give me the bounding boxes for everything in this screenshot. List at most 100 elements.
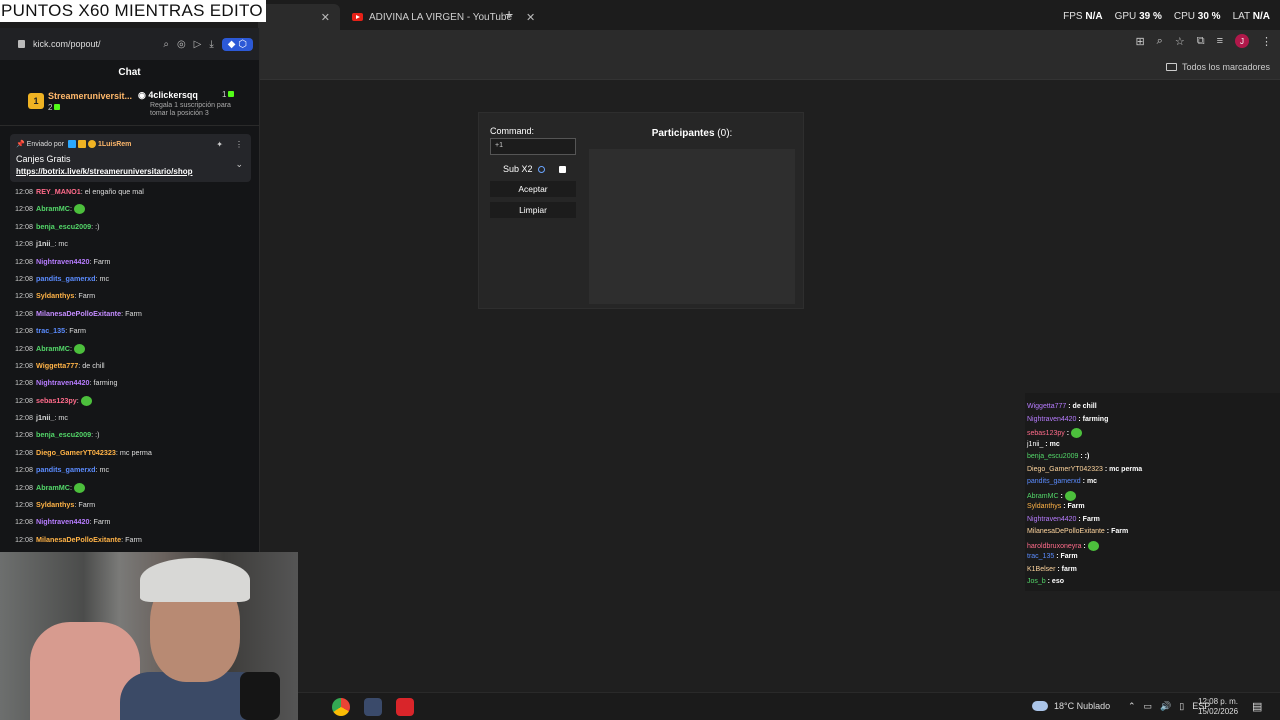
notification-icon[interactable]: ▤ <box>1252 700 1262 713</box>
kick-chat-popout: kick.com/popout/ ⌕ ◎ ▷ ⤓ ◆ ⬡ Chat 1 Stre… <box>0 28 260 552</box>
profile-avatar[interactable]: J <box>1235 34 1249 48</box>
leader-1-name[interactable]: Streameruniversit... <box>48 91 132 101</box>
tab-close-icon[interactable]: ✕ <box>526 11 535 24</box>
message-user[interactable]: REY_MANO1 <box>36 187 81 196</box>
lat-readout: LAT N/A <box>1233 11 1270 22</box>
gpu-label: GPU <box>1114 11 1137 22</box>
command-label: Command: <box>490 126 535 136</box>
chat-message: 12:08 Syldanthys: Farm <box>15 499 255 516</box>
overlay-chat: Wiggetta777 : de chill Nightraven4420 : f… <box>1025 393 1280 591</box>
leader-2-name[interactable]: ◉ 4clickersqq <box>138 90 198 101</box>
weather-widget[interactable]: 18°C Nublado <box>1032 701 1110 711</box>
message-text: :) <box>95 430 100 440</box>
command-input[interactable]: +1 <box>490 138 576 155</box>
download-icon[interactable]: ⤓ <box>209 39 213 50</box>
cast-icon[interactable]: ▷ <box>194 39 202 50</box>
message-user[interactable]: AbramMC <box>36 204 70 213</box>
message-user[interactable]: sebas123py <box>36 396 77 405</box>
overlay-text: farm <box>1061 565 1077 573</box>
menu-icon[interactable]: ⋮ <box>1261 35 1272 48</box>
message-user[interactable]: pandits_gamerxd <box>36 465 96 474</box>
message-time: 12:08 <box>15 378 33 388</box>
message-user[interactable]: AbramMC <box>36 483 70 492</box>
webcam-cap <box>140 558 250 602</box>
overlay-chat-message: trac_135 : Farm <box>1027 553 1078 560</box>
pinned-actions: ✦ ⋮ <box>216 140 243 149</box>
tab-close-icon[interactable]: ✕ <box>321 11 330 24</box>
battery-icon[interactable]: ▯ <box>1179 701 1184 712</box>
message-user[interactable]: benja_escu2009 <box>36 430 91 439</box>
stream-title: PUNTOS X60 MIENTRAS EDITO <box>0 0 266 22</box>
message-text: Farm <box>78 291 96 301</box>
star-icon[interactable]: ☆ <box>1175 35 1185 48</box>
info-icon[interactable] <box>537 165 545 173</box>
pinned-link[interactable]: https://botrix.live/k/streameruniversita… <box>16 167 193 176</box>
message-text: mc <box>99 465 110 475</box>
overlay-text: mc perma <box>1109 465 1143 473</box>
chat-message: 12:08 benja_escu2009: :) <box>15 429 255 446</box>
message-time: 12:08 <box>15 221 33 231</box>
new-tab-button[interactable]: + <box>505 6 513 22</box>
app-red-icon[interactable] <box>396 698 414 716</box>
message-user[interactable]: j1nii_ <box>36 413 54 422</box>
zoom-icon[interactable]: ⌕ <box>1157 35 1163 48</box>
pinned-by: 📌 Enviado por 1LuisRem <box>16 140 132 149</box>
pinned-message[interactable]: 📌 Enviado por 1LuisRem Canjes Gratis htt… <box>10 134 251 182</box>
pin-icon[interactable]: ✦ <box>216 140 223 149</box>
message-user[interactable]: trac_135 <box>36 326 65 335</box>
message-time: 12:08 <box>15 291 33 301</box>
chevron-down-icon[interactable]: ⌄ <box>235 159 243 170</box>
message-user[interactable]: Nightraven4420 <box>36 517 90 526</box>
chat-message: 12:08 MilanesaDePolloExitante: Farm <box>15 534 255 551</box>
popout-url[interactable]: kick.com/popout/ <box>33 39 155 49</box>
app-icon[interactable] <box>364 698 382 716</box>
message-user[interactable]: Diego_GamerYT042323 <box>36 448 116 457</box>
message-user[interactable]: Wiggetta777 <box>36 361 78 370</box>
chrome-icon[interactable] <box>332 698 350 716</box>
tab-youtube[interactable]: ADIVINA LA VIRGEN - YouTube ✕ <box>342 4 545 30</box>
message-text: mc perma <box>119 447 152 457</box>
message-user[interactable]: Syldanthys <box>36 500 74 509</box>
toolbar-icons: ⊞ ⌕ ☆ ⧉ ≡ J ⋮ <box>1135 34 1272 48</box>
leader-2-name-text: 4clickersqq <box>148 90 198 100</box>
cpu-label: CPU <box>1173 11 1195 22</box>
leader-2-note: Regala 1 suscripción para tomar la posic… <box>150 102 231 117</box>
network-icon[interactable]: ▭ <box>1144 701 1153 712</box>
sub-x2-checkbox[interactable] <box>559 166 566 173</box>
chat-message: 12:08 AbramMC: <box>15 203 255 220</box>
more-icon[interactable]: ⋮ <box>235 140 243 149</box>
extensions-icon[interactable]: ⧉ <box>1197 35 1205 48</box>
message-time: 12:08 <box>15 534 33 544</box>
clock[interactable]: 12:08 p. m. 15/02/2026 <box>1198 697 1238 717</box>
media-icon[interactable]: ≡ <box>1217 35 1223 47</box>
tab-active[interactable]: ✕ <box>258 4 340 30</box>
overlay-text: eso <box>1051 578 1064 585</box>
message-user[interactable]: pandits_gamerxd <box>36 274 96 283</box>
emote-icon <box>1064 490 1076 501</box>
message-user[interactable]: MilanesaDePolloExitante <box>36 535 121 544</box>
message-user[interactable]: j1nii_ <box>36 239 54 248</box>
overlay-chat-message: Wiggetta777 : de chill <box>1027 403 1097 410</box>
chevron-up-icon[interactable]: ⌃ <box>1128 701 1136 712</box>
overlay-chat-message: AbramMC : <box>1027 490 1076 501</box>
message-user[interactable]: Nightraven4420 <box>36 257 90 266</box>
message-user[interactable]: MilanesaDePolloExitante <box>36 309 121 318</box>
message-user[interactable]: Syldanthys <box>36 291 74 300</box>
pinned-user[interactable]: 1LuisRem <box>98 141 131 148</box>
message-user[interactable]: benja_escu2009 <box>36 222 91 231</box>
message-user[interactable]: AbramMC <box>36 344 70 353</box>
search-icon[interactable]: ⌕ <box>163 39 169 50</box>
clear-button[interactable]: Limpiar <box>490 202 576 218</box>
lat-label: LAT <box>1232 11 1250 22</box>
translate-icon[interactable]: ⊞ <box>1135 35 1144 48</box>
overlay-chat-message: MilanesaDePolloExitante : Farm <box>1027 528 1128 535</box>
overlay-text: mc <box>1086 478 1098 485</box>
volume-icon[interactable]: 🔊 <box>1160 701 1171 712</box>
shield-icon[interactable]: ◎ <box>177 39 186 50</box>
overlay-user: Wiggetta777 <box>1027 403 1067 410</box>
accept-button[interactable]: Aceptar <box>490 181 576 197</box>
message-text: :) <box>95 221 100 231</box>
extension-icons[interactable]: ◆ ⬡ <box>221 37 253 51</box>
all-bookmarks-button[interactable]: Todos los marcadores <box>1165 62 1270 72</box>
message-user[interactable]: Nightraven4420 <box>36 378 90 387</box>
